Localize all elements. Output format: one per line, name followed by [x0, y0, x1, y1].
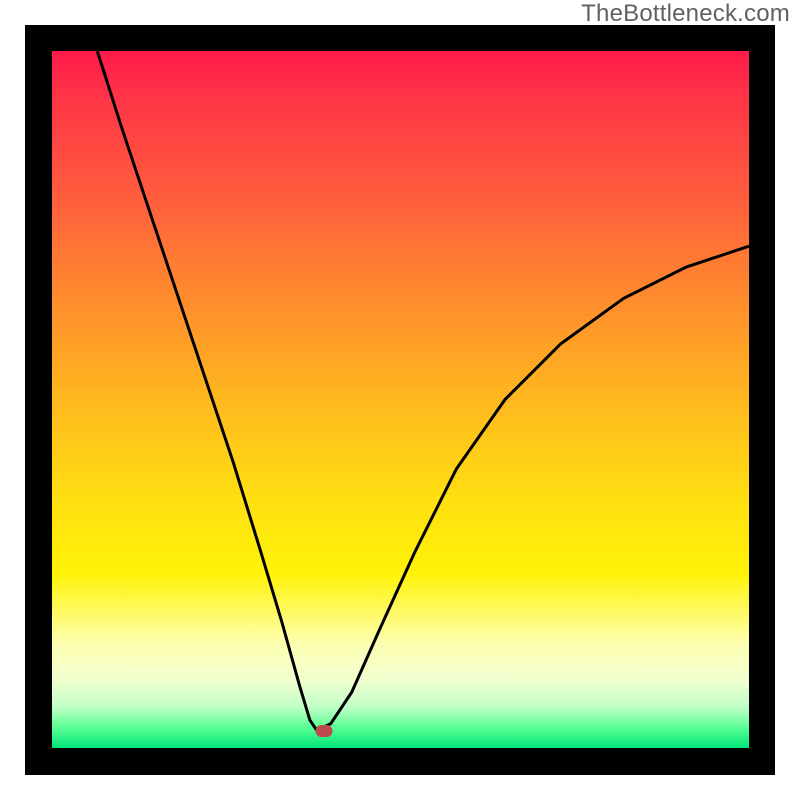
chart-frame [25, 25, 775, 775]
chart-stage: TheBottleneck.com [0, 0, 800, 800]
watermark-text: TheBottleneck.com [581, 0, 790, 28]
bottleneck-curve [52, 51, 749, 748]
curve-right-branch [317, 246, 749, 730]
minimum-marker [315, 725, 332, 737]
curve-left-branch [97, 51, 317, 731]
plot-area [52, 51, 749, 748]
